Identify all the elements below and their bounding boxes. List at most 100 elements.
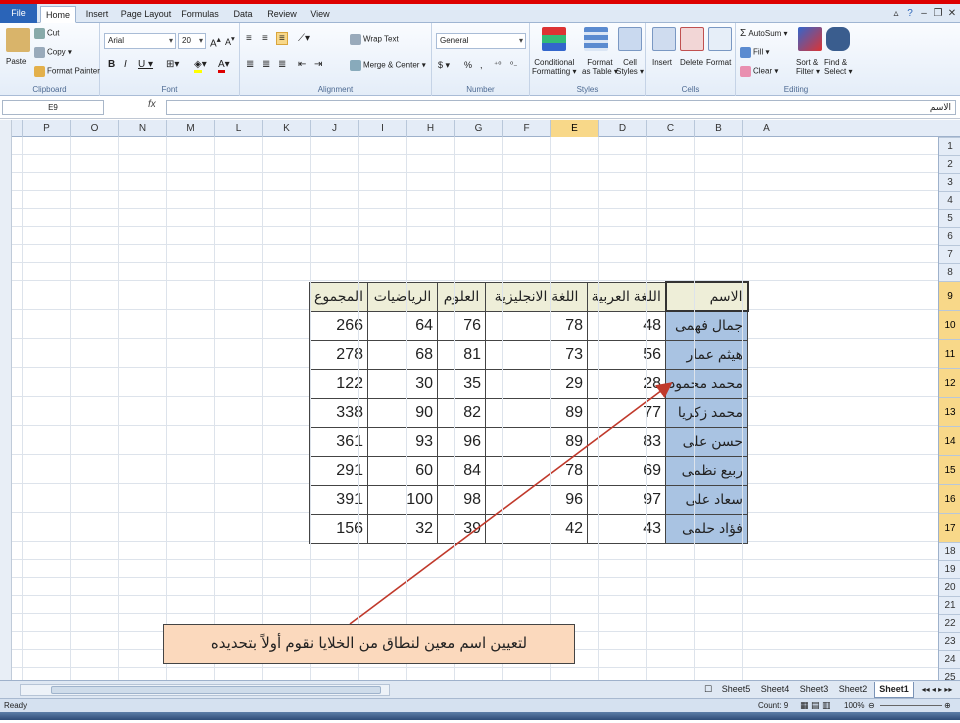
borders-icon[interactable]: ⊞▾ <box>166 59 179 70</box>
row-header-13[interactable]: 13 <box>939 397 960 426</box>
align-top-icon[interactable]: ≡ <box>246 33 252 44</box>
row-header-17[interactable]: 17 <box>939 513 960 542</box>
row-header-15[interactable]: 15 <box>939 455 960 484</box>
paste-button[interactable]: Paste <box>6 57 26 66</box>
row-header-20[interactable]: 20 <box>939 578 960 596</box>
row-header-1[interactable]: 1 <box>939 137 960 155</box>
formula-input[interactable]: الاسم <box>166 100 956 115</box>
find-select-button[interactable]: Find & Select ▾ <box>824 58 852 76</box>
tab-insert[interactable]: Insert <box>80 6 114 23</box>
vertical-scrollbar[interactable] <box>0 120 12 680</box>
insert-function-icon[interactable]: fx <box>148 99 156 110</box>
tab-view[interactable]: View <box>304 6 336 23</box>
row-header-14[interactable]: 14 <box>939 426 960 455</box>
decrease-decimal-icon[interactable]: ⁰₋ <box>510 60 517 69</box>
tab-home[interactable]: Home <box>40 6 76 23</box>
name-box[interactable]: E9 <box>2 100 104 115</box>
format-cells-icon[interactable] <box>708 27 732 51</box>
row-header-21[interactable]: 21 <box>939 596 960 614</box>
wrap-text-button[interactable]: Wrap Text <box>350 34 399 45</box>
row-header-4[interactable]: 4 <box>939 191 960 209</box>
sheet-tab-sheet1[interactable]: Sheet1 <box>874 682 914 698</box>
delete-button[interactable]: Delete <box>680 58 703 67</box>
column-header-o[interactable]: O <box>70 120 118 137</box>
column-header-i[interactable]: I <box>358 120 406 137</box>
row-header-11[interactable]: 11 <box>939 339 960 368</box>
column-header-g[interactable]: G <box>454 120 502 137</box>
copy-button[interactable]: Copy ▾ <box>34 47 72 58</box>
tab-formulas[interactable]: Formulas <box>178 6 222 23</box>
fill-color-icon[interactable]: ◈▾ <box>194 59 207 73</box>
sheet-tab-sheet2[interactable]: Sheet2 <box>835 682 871 698</box>
row-header-6[interactable]: 6 <box>939 227 960 245</box>
sheet-tab-sheet5[interactable]: Sheet5 <box>718 682 754 698</box>
format-button[interactable]: Format <box>706 58 731 67</box>
column-header-a[interactable]: A <box>742 120 790 137</box>
binoculars-icon[interactable] <box>826 27 850 51</box>
row-header-19[interactable]: 19 <box>939 560 960 578</box>
tab-data[interactable]: Data <box>226 6 260 23</box>
align-center-icon[interactable]: ≣ <box>262 59 270 70</box>
orientation-icon[interactable]: ⟋▾ <box>298 33 310 44</box>
zoom-slider[interactable] <box>880 705 942 706</box>
row-header-2[interactable]: 2 <box>939 155 960 173</box>
sheet-tab-sheet4[interactable]: Sheet4 <box>757 682 793 698</box>
row-header-10[interactable]: 10 <box>939 310 960 339</box>
help-icon[interactable]: ? <box>904 8 916 20</box>
close-icon[interactable]: ✕ <box>946 8 958 20</box>
font-size-select[interactable]: 20 <box>178 33 206 49</box>
column-header-f[interactable]: F <box>502 120 550 137</box>
column-header-e[interactable]: E <box>550 120 598 137</box>
grow-font-icon[interactable]: A▴ <box>210 34 221 49</box>
italic-button[interactable]: I <box>124 59 127 70</box>
number-format-select[interactable]: General <box>436 33 526 49</box>
delete-cells-icon[interactable] <box>680 27 704 51</box>
underline-button[interactable]: U ▾ <box>138 59 153 70</box>
horizontal-scrollbar[interactable] <box>20 684 390 696</box>
cell-styles-icon[interactable] <box>618 27 642 51</box>
row-header-7[interactable]: 7 <box>939 245 960 263</box>
tab-page-layout[interactable]: Page Layout <box>118 6 174 23</box>
row-header-18[interactable]: 18 <box>939 542 960 560</box>
merge-center-button[interactable]: Merge & Center ▾ <box>350 60 426 71</box>
column-header-n[interactable]: N <box>118 120 166 137</box>
column-header-h[interactable]: H <box>406 120 454 137</box>
zoom-in-icon[interactable]: ⊕ <box>944 701 951 710</box>
zoom-out-icon[interactable]: ⊖ <box>868 701 875 710</box>
restore-icon[interactable]: ❐ <box>932 8 944 20</box>
zoom-level[interactable]: 100% <box>844 701 864 710</box>
row-header-9[interactable]: 9 <box>939 281 960 310</box>
sheet-tab-sheet3[interactable]: Sheet3 <box>796 682 832 698</box>
view-buttons-icon[interactable]: ▦ ▤ ▥ <box>800 700 831 711</box>
increase-decimal-icon[interactable]: ⁺⁰ <box>494 60 501 69</box>
minimize-ribbon-icon[interactable]: ▵ <box>890 8 902 20</box>
row-header-23[interactable]: 23 <box>939 632 960 650</box>
conditional-formatting-button[interactable]: Conditional Formatting ▾ <box>532 58 576 76</box>
row-header-12[interactable]: 12 <box>939 368 960 397</box>
sheet-grid[interactable]: المجموع الرياضيات العلوم اللغة الانجليزية ال… <box>12 137 938 680</box>
paste-icon[interactable] <box>6 28 30 52</box>
insert-cells-icon[interactable] <box>652 27 676 51</box>
comma-button[interactable]: , <box>480 60 483 70</box>
sheet-nav-arrows-icon[interactable]: ◂◂ ◂ ▸ ▸▸ <box>916 682 958 698</box>
align-right-icon[interactable]: ≣ <box>278 59 286 70</box>
shrink-font-icon[interactable]: A▾ <box>225 34 235 47</box>
row-header-5[interactable]: 5 <box>939 209 960 227</box>
font-family-select[interactable]: Arial <box>104 33 176 49</box>
row-header-22[interactable]: 22 <box>939 614 960 632</box>
cut-button[interactable]: Cut <box>34 28 59 39</box>
column-header-p[interactable]: P <box>22 120 70 137</box>
format-as-table-button[interactable]: Format as Table ▾ <box>582 58 618 76</box>
fill-button[interactable]: Fill ▾ <box>740 47 769 58</box>
autosum-button[interactable]: Σ AutoSum ▾ <box>740 28 788 39</box>
decrease-indent-icon[interactable]: ⇤ <box>298 59 306 70</box>
format-as-table-icon[interactable] <box>584 27 608 51</box>
sort-filter-icon[interactable] <box>798 27 822 51</box>
column-header-c[interactable]: C <box>646 120 694 137</box>
font-color-icon[interactable]: A▾ <box>218 59 230 73</box>
insert-button[interactable]: Insert <box>652 58 672 67</box>
minimize-icon[interactable]: – <box>918 8 930 20</box>
horizontal-scroll-thumb[interactable] <box>51 686 381 694</box>
tab-review[interactable]: Review <box>264 6 300 23</box>
tab-file[interactable]: File <box>0 4 37 23</box>
